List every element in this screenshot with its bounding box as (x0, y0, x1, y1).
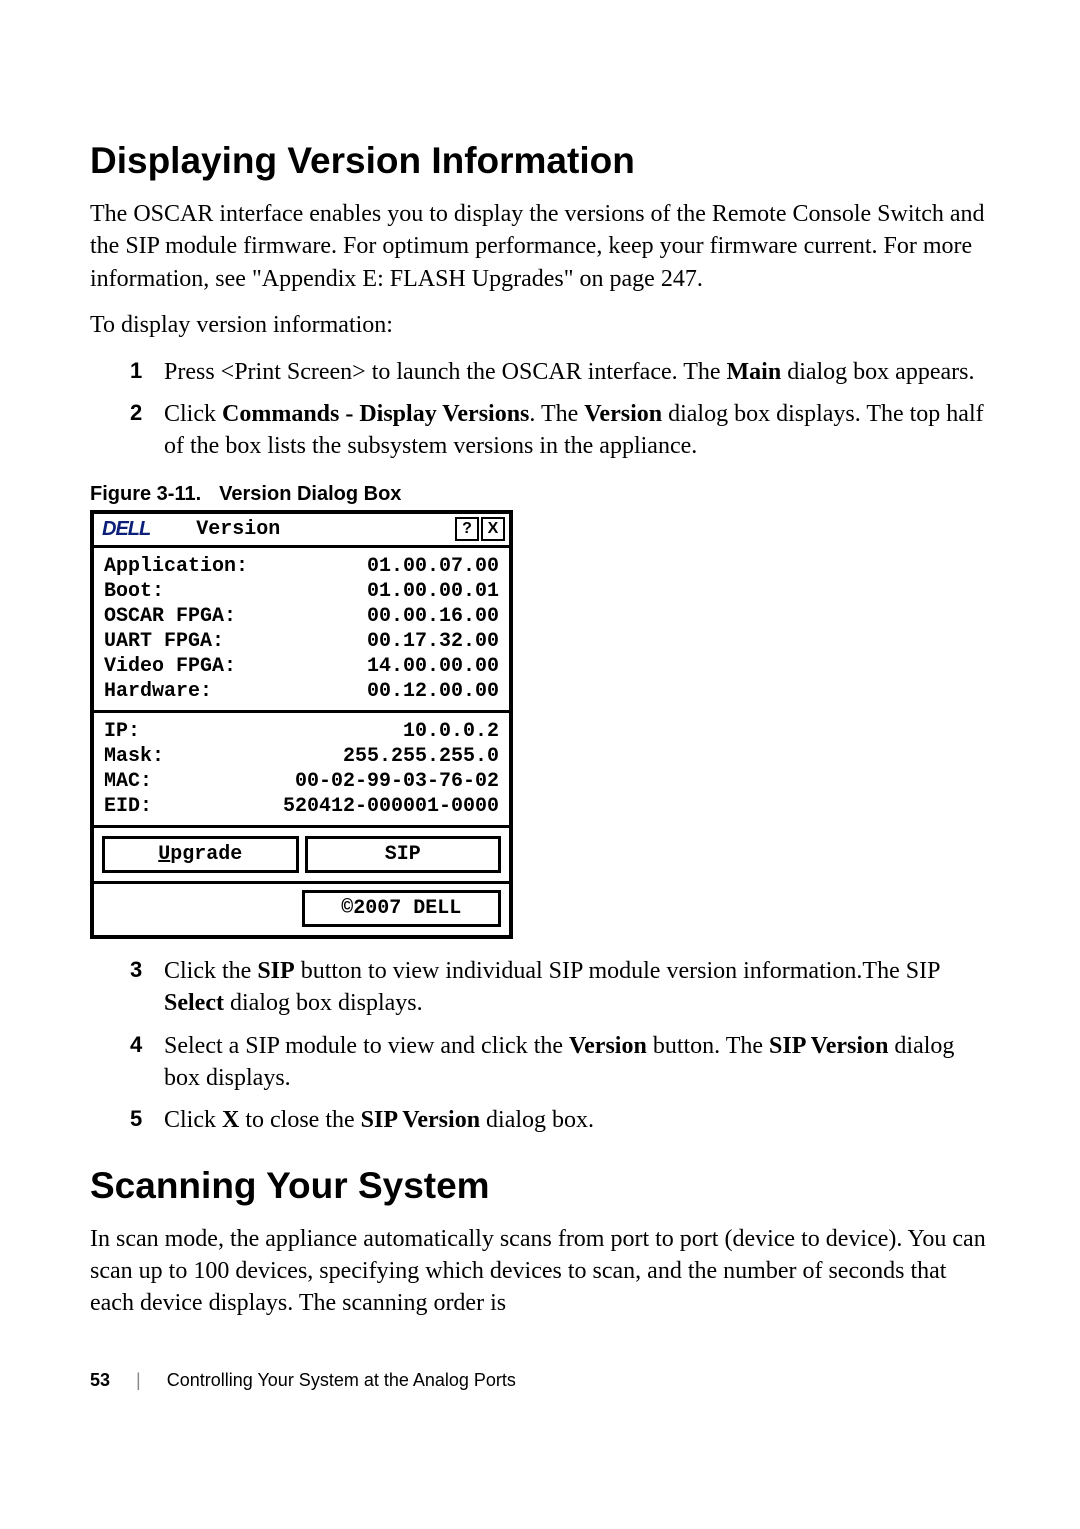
step-number: 3 (130, 955, 164, 1020)
version-row: UART FPGA: 00.17.32.00 (104, 629, 499, 654)
steps-list-2: 3 Click the SIP button to view individua… (130, 955, 990, 1137)
text-span: dialog box appears. (781, 359, 974, 385)
version-row: Hardware: 00.12.00.00 (104, 679, 499, 704)
text-span: . (529, 401, 541, 427)
text-span: button. The (647, 1033, 769, 1059)
text-span: button to view individual SIP module ver… (295, 958, 940, 984)
network-label: MAC: (104, 769, 152, 794)
version-row: Application: 01.00.07.00 (104, 554, 499, 579)
network-value: 255.255.255.0 (343, 744, 499, 769)
version-value: 01.00.00.01 (367, 579, 499, 604)
text-span: Click (164, 1107, 222, 1133)
version-label: OSCAR FPGA: (104, 604, 236, 629)
help-button[interactable]: ? (455, 517, 479, 541)
dialog-title: Version (156, 518, 455, 541)
figure-caption: Figure 3-11. Version Dialog Box (90, 483, 990, 506)
text-span: Click (164, 401, 222, 427)
network-section: IP: 10.0.0.2 Mask: 255.255.255.0 MAC: 00… (94, 713, 509, 825)
version-value: 00.17.32.00 (367, 629, 499, 654)
step-number: 1 (130, 356, 164, 388)
footer-divider: | (136, 1370, 141, 1391)
heading-displaying-version-info: Displaying Version Information (90, 140, 990, 182)
network-row: EID: 520412-000001-0000 (104, 794, 499, 819)
version-row: Video FPGA: 14.00.00.00 (104, 654, 499, 679)
close-button[interactable]: X (481, 517, 505, 541)
paragraph-to-display: To display version information: (90, 309, 990, 341)
bold-commands: Commands - Display Versions (222, 401, 529, 427)
figure-label: Figure 3-11. (90, 483, 201, 505)
steps-list-1: 1 Press <Print Screen> to launch the OSC… (130, 356, 990, 463)
step-text: Select a SIP module to view and click th… (164, 1030, 990, 1095)
network-label: EID: (104, 794, 152, 819)
version-value: 14.00.00.00 (367, 654, 499, 679)
version-label: Application: (104, 554, 248, 579)
version-value: 00.12.00.00 (367, 679, 499, 704)
firmware-versions-section: Application: 01.00.07.00 Boot: 01.00.00.… (94, 548, 509, 710)
network-row: IP: 10.0.0.2 (104, 719, 499, 744)
bold-version: Version (584, 401, 662, 427)
step-text: Click X to close the SIP Version dialog … (164, 1104, 990, 1136)
bold-version-btn: Version (569, 1033, 647, 1059)
bold-x: X (222, 1107, 239, 1133)
version-row: OSCAR FPGA: 00.00.16.00 (104, 604, 499, 629)
bold-main: Main (727, 359, 782, 385)
network-label: Mask: (104, 744, 164, 769)
version-value: 00.00.16.00 (367, 604, 499, 629)
bold-sip-version: SIP Version (769, 1033, 888, 1059)
list-item: 3 Click the SIP button to view individua… (130, 955, 990, 1020)
step-text: Click the SIP button to view individual … (164, 955, 990, 1020)
list-item: 4 Select a SIP module to view and click … (130, 1030, 990, 1095)
text-span: Select a SIP module to view and click th… (164, 1033, 569, 1059)
step-number: 2 (130, 398, 164, 463)
version-label: UART FPGA: (104, 629, 224, 654)
figure-title: Version Dialog Box (219, 483, 401, 505)
network-label: IP: (104, 719, 140, 744)
bold-select: Select (164, 990, 224, 1016)
paragraph-scan-intro: In scan mode, the appliance automaticall… (90, 1223, 990, 1320)
step-text: Click Commands - Display Versions. The V… (164, 398, 990, 463)
list-item: 1 Press <Print Screen> to launch the OSC… (130, 356, 990, 388)
version-row: Boot: 01.00.00.01 (104, 579, 499, 604)
sip-button[interactable]: SIP (305, 836, 502, 873)
dell-logo: DELL (96, 518, 156, 541)
network-value: 00-02-99-03-76-02 (295, 769, 499, 794)
dialog-button-row: Upgrade SIP (94, 828, 509, 881)
text-span: dialog box. (480, 1107, 594, 1133)
step-text: Press <Print Screen> to launch the OSCAR… (164, 356, 990, 388)
list-item: 5 Click X to close the SIP Version dialo… (130, 1104, 990, 1136)
footer-chapter-title: Controlling Your System at the Analog Po… (167, 1370, 516, 1391)
paragraph-intro: The OSCAR interface enables you to displ… (90, 198, 990, 295)
page-number: 53 (90, 1370, 110, 1391)
footer-spacer (102, 890, 296, 927)
bold-sip-version-close: SIP Version (361, 1107, 480, 1133)
list-item: 2 Click Commands - Display Versions. The… (130, 398, 990, 463)
network-row: Mask: 255.255.255.0 (104, 744, 499, 769)
version-value: 01.00.07.00 (367, 554, 499, 579)
dialog-footer-row: ©2007 DELL (94, 884, 509, 935)
heading-scanning-your-system: Scanning Your System (90, 1165, 990, 1207)
text-span: The (541, 401, 584, 427)
version-label: Video FPGA: (104, 654, 236, 679)
text-span: Press <Print Screen> to launch the OSCAR… (164, 359, 727, 385)
version-label: Hardware: (104, 679, 212, 704)
version-dialog: DELL Version ? X Application: 01.00.07.0… (90, 510, 513, 939)
step-number: 4 (130, 1030, 164, 1095)
network-value: 10.0.0.2 (403, 719, 499, 744)
network-row: MAC: 00-02-99-03-76-02 (104, 769, 499, 794)
text-span: dialog box displays. (224, 990, 423, 1016)
page-footer: 53 | Controlling Your System at the Anal… (90, 1370, 990, 1391)
bold-sip: SIP (257, 958, 294, 984)
copyright-box: ©2007 DELL (302, 890, 502, 927)
dialog-titlebar: DELL Version ? X (94, 514, 509, 548)
network-value: 520412-000001-0000 (283, 794, 499, 819)
version-label: Boot: (104, 579, 164, 604)
text-span: Click the (164, 958, 257, 984)
text-span: to close the (239, 1107, 360, 1133)
upgrade-button[interactable]: Upgrade (102, 836, 299, 873)
titlebar-buttons: ? X (455, 517, 507, 541)
step-number: 5 (130, 1104, 164, 1136)
